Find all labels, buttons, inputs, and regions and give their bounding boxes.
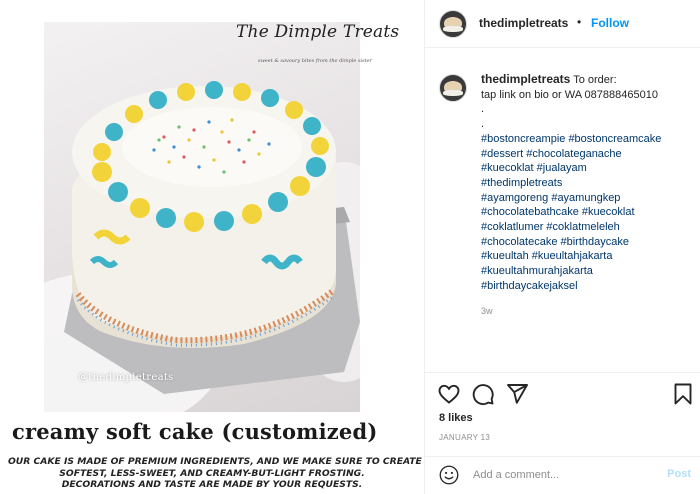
hashtag-line[interactable]: #coklatlumer #coklatmeleleh [481,220,695,235]
emoji-icon[interactable] [439,465,459,485]
image-caption-title: creamy soft cake (customized) [12,419,378,444]
post-media: The Dimple Treats sweet & savoury bites … [0,0,424,494]
hashtag-line[interactable]: #chocolatebathcake #kuecoklat [481,205,695,220]
caption-text: thedimpletreats To order: tap link on bi… [481,72,695,318]
follow-button[interactable]: Follow [591,16,629,30]
image-caption-body: OUR CAKE IS MADE OF PREMIUM INGREDIENTS,… [8,456,424,491]
cake-photo [44,22,360,412]
caption-username[interactable]: thedimpletreats [481,72,570,86]
post-date[interactable]: JANUARY 13 [439,433,490,442]
avatar[interactable] [439,10,467,38]
hashtag-line[interactable]: #dessert #chocolateganache [481,147,695,162]
hashtag-line[interactable]: #bostoncreampie #bostoncreamcake [481,132,695,147]
hashtag-line[interactable]: #ayamgoreng #ayamungkep [481,191,695,206]
bookmark-icon[interactable] [671,382,695,406]
post-comment-button[interactable]: Post [667,468,691,480]
hashtag-line[interactable]: #chocolatecake #birthdaycake [481,235,695,250]
caption-line: . [481,118,485,131]
brand-tagline: sweet & savoury bites from the dimple si… [258,58,373,64]
action-bar: 8 likes JANUARY 13 [425,372,700,456]
header-username[interactable]: thedimpletreats [479,16,568,30]
header-separator: • [577,15,582,29]
add-comment-bar: Post [425,456,700,494]
heart-icon[interactable] [437,382,461,406]
brand-logo: The Dimple Treats [236,22,400,42]
image-caption-line: DECORATIONS AND TASTE ARE MADE BY YOUR R… [61,479,363,490]
hashtag-line[interactable]: #kuecoklat #jualayam [481,161,695,176]
caption-line: . [481,103,485,116]
hashtag-line[interactable]: #thedimpletreats [481,176,695,191]
image-caption-line: OUR CAKE IS MADE OF PREMIUM INGREDIENTS,… [8,456,424,467]
caption-time-ago[interactable]: 3w [481,304,695,319]
caption-line: To order: [573,74,617,86]
comment-icon[interactable] [471,382,495,406]
image-caption-line: SOFTEST, LESS-SWEET, AND CREAMY-BUT-LIGH… [59,467,365,479]
hashtag-line[interactable]: #kueultah #kueultahjakarta [481,249,695,264]
comment-input[interactable] [473,466,653,484]
caption-line: tap link on bio or WA 087888465010 [481,88,658,101]
cake-illustration [44,81,360,412]
post-sidebar: thedimpletreats • Follow thedimpletreats… [424,0,700,494]
photo-watermark: @thedimpletreats [78,372,174,383]
avatar[interactable] [439,74,467,102]
likes-count[interactable]: 8 likes [439,412,473,424]
post-header: thedimpletreats • Follow [425,0,700,48]
share-icon[interactable] [505,382,529,406]
hashtag-line[interactable]: #kueultahmurahjakarta [481,264,695,279]
hashtag-line[interactable]: #birthdaycakejaksel [481,279,695,294]
